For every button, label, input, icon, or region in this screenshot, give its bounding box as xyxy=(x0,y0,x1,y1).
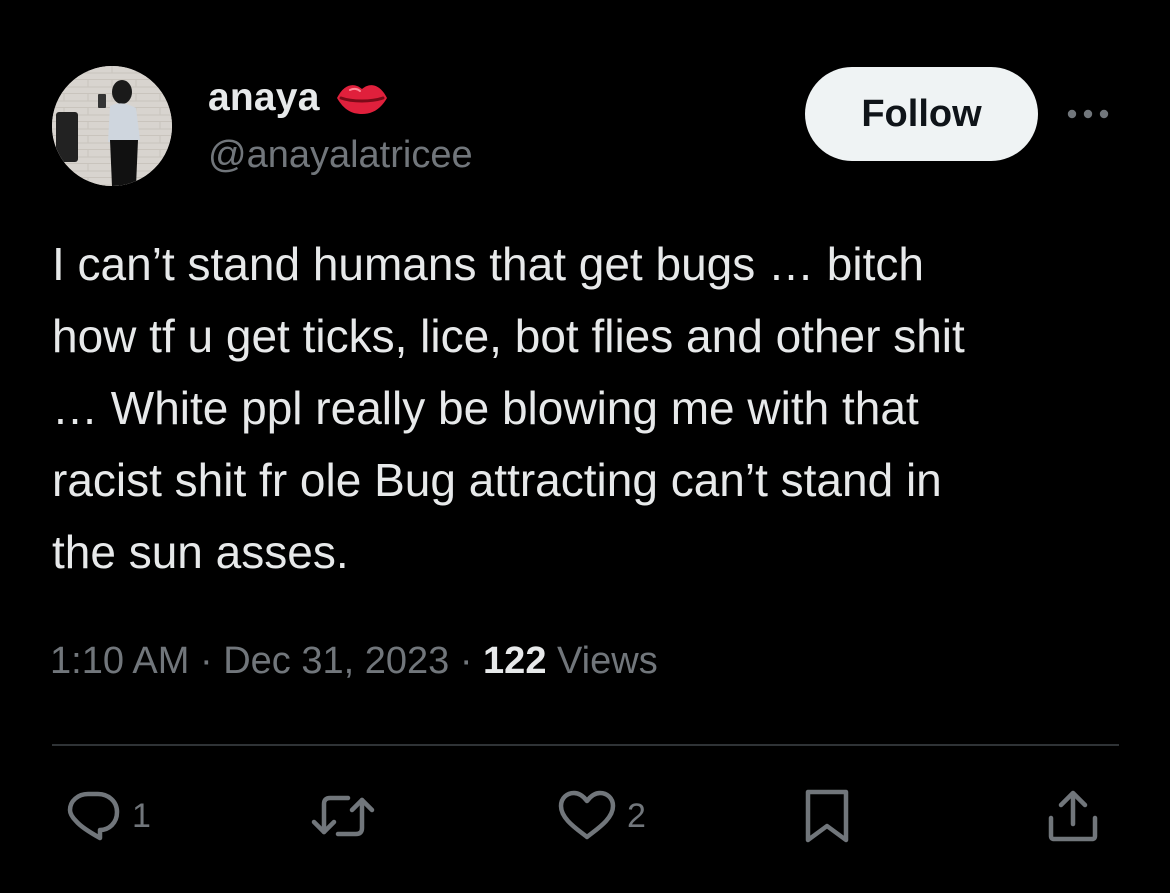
reply-button[interactable]: 1 xyxy=(66,790,151,842)
repost-icon xyxy=(311,795,375,837)
tweet-meta: 1:10 AM · Dec 31, 2023 · 122 Views xyxy=(50,640,658,683)
views-count: 122 xyxy=(483,640,547,682)
tweet-time[interactable]: 1:10 AM xyxy=(50,640,189,682)
share-icon xyxy=(1048,790,1098,842)
like-count: 2 xyxy=(627,796,646,835)
user-handle[interactable]: @anayalatricee xyxy=(208,134,473,177)
meta-separator: · xyxy=(199,640,213,682)
reply-count: 1 xyxy=(132,796,151,835)
follow-button[interactable]: Follow xyxy=(805,67,1038,161)
profile-photo xyxy=(52,66,172,186)
repost-button[interactable] xyxy=(310,790,386,842)
divider xyxy=(52,744,1119,746)
share-button[interactable] xyxy=(1045,790,1101,842)
heart-icon xyxy=(558,790,616,840)
author-name-row: anaya xyxy=(208,74,390,122)
tweet-date[interactable]: Dec 31, 2023 xyxy=(223,640,449,682)
more-options-button[interactable] xyxy=(1060,96,1116,132)
avatar[interactable] xyxy=(52,66,172,186)
views-label: Views xyxy=(557,640,658,682)
display-name[interactable]: anaya xyxy=(208,76,320,120)
like-button[interactable]: 2 xyxy=(557,790,646,842)
bookmark-icon xyxy=(805,789,849,843)
more-dots-icon xyxy=(1067,109,1109,119)
bookmark-button[interactable] xyxy=(802,789,852,843)
reply-icon xyxy=(67,791,120,841)
meta-separator: · xyxy=(459,640,473,682)
kiss-lips-icon xyxy=(334,78,390,118)
tweet-text: I can’t stand humans that get bugs … bit… xyxy=(52,238,965,578)
